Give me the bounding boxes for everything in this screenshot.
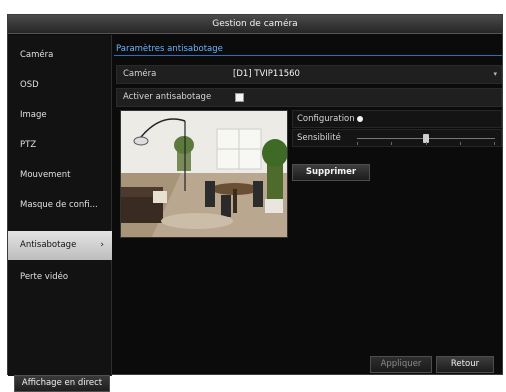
sidebar-item-camera[interactable]: Caméra [8,41,112,70]
live-view-button[interactable]: Affichage en direct [14,375,110,392]
sidebar-item-label: PTZ [20,140,37,150]
configuration-label: Configuration [297,114,355,124]
delete-button[interactable]: Supprimer [292,164,370,181]
sidebar-item-osd[interactable]: OSD [8,71,112,100]
back-button[interactable]: Retour [436,356,494,373]
sensitivity-row: Sensibilité [292,129,502,147]
camera-select-row[interactable]: Caméra [D1] TVIP11560 ▾ [116,65,502,84]
camera-management-window: Gestion de caméra Caméra OSD Image PTZ M… [7,14,503,392]
apply-button[interactable]: Appliquer [370,356,432,373]
radio-dot-icon[interactable] [357,116,363,122]
sensitivity-label: Sensibilité [297,133,341,143]
chevron-down-icon[interactable]: ▾ [493,66,497,83]
room-scene-icon [121,111,287,237]
slider-tick [426,142,427,145]
slider-tick [391,142,392,145]
sidebar: Caméra OSD Image PTZ Mouvement Masque de… [8,35,112,392]
slider-tick [494,142,495,145]
enable-tamper-row: Activer antisabotage [116,88,502,107]
slider-tick [357,142,358,145]
chevron-right-icon: › [100,240,104,250]
sidebar-item-label: OSD [20,80,39,90]
sidebar-item-motion[interactable]: Mouvement [8,161,112,190]
sidebar-item-tamper[interactable]: Antisabotage › [8,231,112,260]
camera-select[interactable]: [D1] TVIP11560 [233,66,300,83]
enable-tamper-label: Activer antisabotage [123,92,212,102]
sidebar-item-image[interactable]: Image [8,101,112,130]
sidebar-item-privacy-mask[interactable]: Masque de confi... [8,191,112,220]
sidebar-item-label: Masque de confi... [20,200,98,210]
window-title: Gestion de caméra [8,15,502,34]
configuration-row: Configuration [292,110,502,128]
sidebar-item-ptz[interactable]: PTZ [8,131,112,160]
sidebar-item-label: Mouvement [20,170,71,180]
sidebar-item-label: Perte vidéo [20,272,69,282]
enable-tamper-checkbox[interactable] [235,93,244,102]
sidebar-item-label: Antisabotage [20,240,77,250]
sidebar-item-video-loss[interactable]: Perte vidéo [8,263,112,292]
tab-bar: Paramètres antisabotage [114,43,502,56]
camera-preview-image[interactable] [120,110,288,238]
camera-label: Caméra [123,69,157,79]
sidebar-item-label: Image [20,110,47,120]
tab-tamper-settings[interactable]: Paramètres antisabotage [116,43,223,55]
sidebar-item-label: Caméra [20,50,54,60]
slider-tick [460,142,461,145]
